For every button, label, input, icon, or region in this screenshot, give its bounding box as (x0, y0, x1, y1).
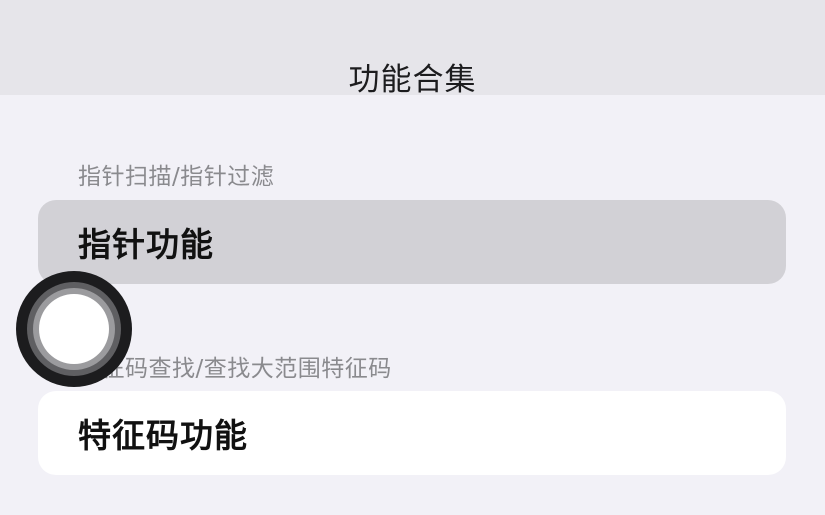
page-title: 功能合集 (348, 62, 477, 98)
signature-function-label: 特征码功能 (78, 416, 248, 455)
signature-function-cell[interactable]: 特征码功能 (38, 391, 786, 475)
section-header-pointer: 指针扫描/指针过滤 (78, 164, 275, 190)
assistive-touch-icon[interactable] (16, 271, 132, 387)
pointer-function-label: 指针功能 (78, 225, 214, 264)
pointer-function-cell[interactable]: 指针功能 (38, 200, 786, 284)
navigation-bar: 功能合集 (0, 0, 825, 98)
assistive-touch-ring-outer (27, 282, 121, 376)
assistive-touch-ring-inner (33, 288, 115, 370)
assistive-touch-core (39, 294, 109, 364)
